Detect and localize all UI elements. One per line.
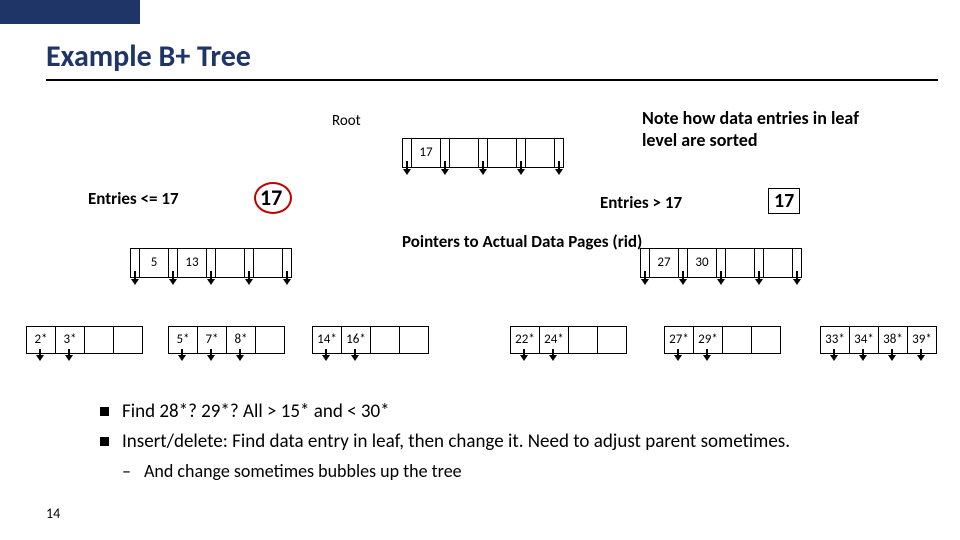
brand-block [0, 0, 140, 24]
root-node: 17 [402, 138, 564, 168]
leaf-cell: 39* [908, 327, 936, 353]
ileft-key-1: 13 [178, 249, 207, 277]
pointer-icon [207, 249, 216, 277]
root-key-3 [526, 139, 555, 167]
iright-key-1: 30 [688, 249, 717, 277]
leaf-cell [114, 327, 142, 353]
slide-title: Example B+ Tree [46, 38, 960, 75]
iright-key-2 [726, 249, 755, 277]
note-sorted: Note how data entries in leaf level are … [642, 108, 892, 151]
pointer-icon [441, 139, 450, 167]
leaf-cell [569, 327, 598, 353]
bullet-2-text: Insert/delete: Find data entry in leaf, … [122, 430, 790, 453]
leaf-5: 33* 34* 38* 39* [820, 326, 937, 354]
pointer-icon [131, 249, 140, 277]
leaf-cell [256, 327, 284, 353]
leaf-cell: 14* [313, 327, 342, 353]
top-bar [0, 0, 960, 24]
pointer-icon [555, 139, 563, 167]
leaf-cell [85, 327, 114, 353]
left-branch-label: Entries <= 17 [88, 188, 179, 209]
red-circle-icon [254, 182, 292, 214]
pointer-icon [517, 139, 526, 167]
ileft-key-2 [216, 249, 245, 277]
pointer-icon [755, 249, 764, 277]
bullet-list: Find 28*? 29*? All > 15* and < 30* Inser… [100, 400, 920, 488]
leaf-cell: 38* [879, 327, 908, 353]
leaf-cell: 33* [821, 327, 850, 353]
leaf-cell [723, 327, 752, 353]
ileft-key-0: 5 [140, 249, 169, 277]
internal-left-node: 5 13 [130, 248, 292, 278]
leaf-cell: 27* [665, 327, 694, 353]
internal-right-node: 27 30 [640, 248, 802, 278]
bullet-2: Insert/delete: Find data entry in leaf, … [100, 430, 920, 482]
leaf-cell: 5* [169, 327, 198, 353]
root-key-2 [488, 139, 517, 167]
leaf-cell: 29* [694, 327, 723, 353]
leaf-cell [400, 327, 428, 353]
title-rule [46, 79, 938, 81]
leaf-1: 5* 7* 8* [168, 326, 285, 354]
pointer-icon [169, 249, 178, 277]
leaf-cell: 7* [198, 327, 227, 353]
pointer-icon [479, 139, 488, 167]
leaf-0: 2* 3* [26, 326, 143, 354]
bullet-1: Find 28*? 29*? All > 15* and < 30* [100, 400, 920, 424]
iright-key-3 [764, 249, 793, 277]
page-number: 14 [46, 505, 60, 522]
root-key-0: 17 [412, 139, 441, 167]
leaf-cell: 22* [511, 327, 540, 353]
pointer-icon [245, 249, 254, 277]
leaf-cell: 34* [850, 327, 879, 353]
pointer-icon [717, 249, 726, 277]
right-branch-label: Entries > 17 [600, 192, 682, 213]
leaf-cell: 24* [540, 327, 569, 353]
pointer-icon [283, 249, 291, 277]
pointer-icon [403, 139, 412, 167]
leaf-4: 27* 29* [664, 326, 781, 354]
leaf-cell: 16* [342, 327, 371, 353]
ileft-key-3 [254, 249, 283, 277]
sub-bullet-list: And change sometimes bubbles up the tree [122, 460, 920, 483]
pointer-icon [641, 249, 650, 277]
root-key-1 [450, 139, 479, 167]
iright-key-0: 27 [650, 249, 679, 277]
mid-annotation: Pointers to Actual Data Pages (rid) [402, 232, 642, 252]
leaf-cell: 8* [227, 327, 256, 353]
leaf-cell: 2* [27, 327, 56, 353]
sub-bullet-1: And change sometimes bubbles up the tree [122, 460, 920, 483]
pointer-icon [793, 249, 801, 277]
leaf-3: 22* 24* [510, 326, 627, 354]
leaf-cell [598, 327, 626, 353]
slide: Example B+ Tree Root 17 Note how data en… [0, 0, 960, 540]
boxed-17-right: 17 [768, 188, 800, 214]
leaf-cell [752, 327, 780, 353]
leaf-cell: 3* [56, 327, 85, 353]
leaf-2: 14* 16* [312, 326, 429, 354]
pointer-icon [679, 249, 688, 277]
leaf-cell [371, 327, 400, 353]
root-label: Root [332, 112, 361, 130]
